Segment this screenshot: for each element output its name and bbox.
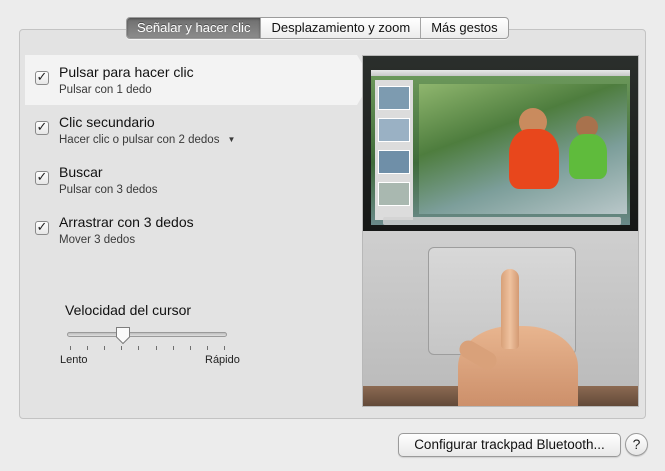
slider-tick — [70, 346, 71, 350]
settings-panel: ✓ Pulsar para hacer clic Pulsar con 1 de… — [19, 29, 646, 419]
option-arrastrar-con-3-dedos[interactable]: ✓ Arrastrar con 3 dedos Mover 3 dedos — [25, 205, 357, 255]
child-red-jacket — [509, 129, 559, 189]
checkmark-icon: ✓ — [36, 170, 48, 185]
slider-tick — [104, 346, 106, 350]
option-clic-secundario[interactable]: ✓ Clic secundario Hacer clic o pulsar co… — [25, 105, 357, 155]
option-subtitle: Mover 3 dedos — [59, 234, 136, 246]
option-title: Arrastrar con 3 dedos — [59, 214, 194, 230]
slider-tick — [224, 346, 225, 350]
option-subtitle: Hacer clic o pulsar con 2 dedos — [59, 134, 220, 146]
photo-thumbnail — [378, 86, 410, 110]
photo-thumbnails-sidebar — [375, 80, 413, 220]
checkmark-icon: ✓ — [36, 70, 48, 85]
slider-min-label: Lento — [60, 354, 88, 366]
slider-tick — [121, 346, 123, 350]
slider-tick — [87, 346, 89, 350]
gesture-preview-illustration — [362, 55, 639, 407]
slider-tick — [155, 346, 157, 350]
checkbox-pulsar-para-hacer-clic[interactable]: ✓ — [35, 71, 49, 85]
secondary-click-popup[interactable]: Hacer clic o pulsar con 2 dedos ▼ — [59, 134, 235, 146]
dock-bar — [383, 217, 621, 225]
option-subtitle: Pulsar con 3 dedos — [59, 184, 158, 196]
slider-tick — [206, 346, 208, 350]
checkbox-buscar[interactable]: ✓ — [35, 171, 49, 185]
slider-tick — [172, 346, 174, 350]
photo-thumbnail — [378, 150, 410, 174]
checkbox-arrastrar-con-3-dedos[interactable]: ✓ — [35, 221, 49, 235]
laptop-screen — [371, 70, 630, 225]
checkbox-clic-secundario[interactable]: ✓ — [35, 121, 49, 135]
slider-tick — [138, 346, 140, 350]
option-title: Pulsar para hacer clic — [59, 64, 194, 80]
option-subtitle: Pulsar con 1 dedo — [59, 84, 152, 96]
slider-max-label: Rápido — [205, 354, 240, 366]
laptop-bezel — [363, 56, 638, 231]
cursor-speed-label: Velocidad del cursor — [65, 302, 192, 318]
help-button[interactable]: ? — [625, 433, 648, 456]
photo-thumbnail — [378, 118, 410, 142]
photo-thumbnail — [378, 182, 410, 206]
option-title: Clic secundario — [59, 114, 155, 130]
configure-bluetooth-trackpad-button[interactable]: Configurar trackpad Bluetooth... — [398, 433, 621, 457]
tab-mas-gestos[interactable]: Más gestos — [420, 18, 507, 38]
checkmark-icon: ✓ — [36, 120, 48, 135]
option-buscar[interactable]: ✓ Buscar Pulsar con 3 dedos — [25, 155, 357, 205]
index-finger — [501, 269, 519, 349]
checkmark-icon: ✓ — [36, 220, 48, 235]
window-toolbar — [371, 70, 630, 76]
option-pulsar-para-hacer-clic[interactable]: ✓ Pulsar para hacer clic Pulsar con 1 de… — [25, 55, 372, 105]
tab-desplazamiento-y-zoom[interactable]: Desplazamiento y zoom — [260, 18, 420, 38]
tab-bar: Señalar y hacer clic Desplazamiento y zo… — [126, 17, 509, 39]
dropdown-arrow-icon[interactable]: ▼ — [227, 135, 235, 144]
cursor-speed-slider-knob[interactable] — [115, 326, 131, 345]
main-photo — [419, 84, 627, 214]
child-green-jacket — [569, 134, 607, 179]
option-title: Buscar — [59, 164, 103, 180]
tab-senalar-y-hacer-clic[interactable]: Señalar y hacer clic — [127, 18, 261, 38]
cursor-speed-slider-track[interactable] — [67, 332, 227, 337]
slider-tick — [189, 346, 191, 350]
